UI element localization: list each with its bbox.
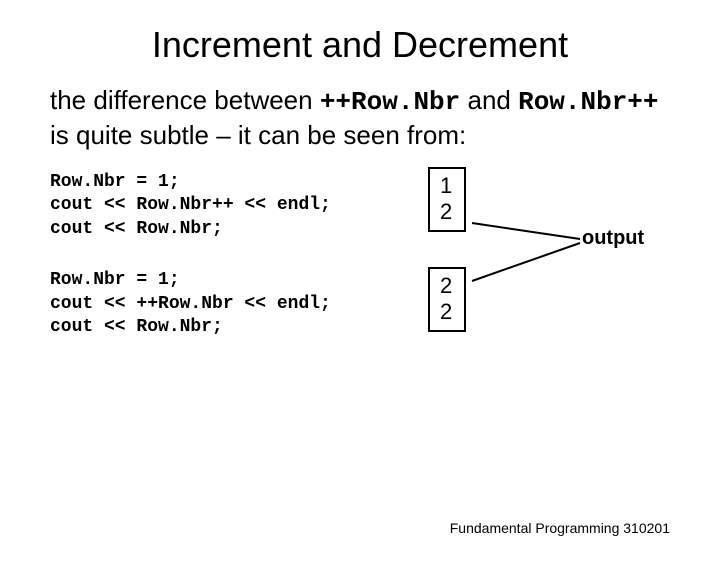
intro-text: the difference between ++Row.Nbr and Row… [50, 84, 670, 151]
output2-line1: 2 [440, 273, 452, 299]
intro-mid2: is quite subtle – it can be seen from: [50, 120, 466, 150]
code-block-preincrement: Row.Nbr = 1; cout << ++Row.Nbr << endl; … [50, 269, 670, 339]
output-box-1: 1 2 [428, 167, 466, 232]
slide-title: Increment and Decrement [0, 24, 720, 66]
intro-code2: Row.Nbr++ [518, 87, 658, 117]
output-label: output [582, 227, 644, 250]
code-block-postincrement: Row.Nbr = 1; cout << Row.Nbr++ << endl; … [50, 171, 670, 241]
code-area: Row.Nbr = 1; cout << Row.Nbr++ << endl; … [50, 171, 670, 339]
output2-line2: 2 [440, 299, 452, 325]
output-box-2: 2 2 [428, 267, 466, 332]
intro-pre: the difference between [50, 85, 320, 115]
output1-line2: 2 [440, 199, 452, 225]
intro-code1: ++Row.Nbr [320, 87, 460, 117]
output1-line1: 1 [440, 173, 452, 199]
footer-text: Fundamental Programming 310201 [450, 520, 670, 536]
intro-mid1: and [460, 85, 518, 115]
